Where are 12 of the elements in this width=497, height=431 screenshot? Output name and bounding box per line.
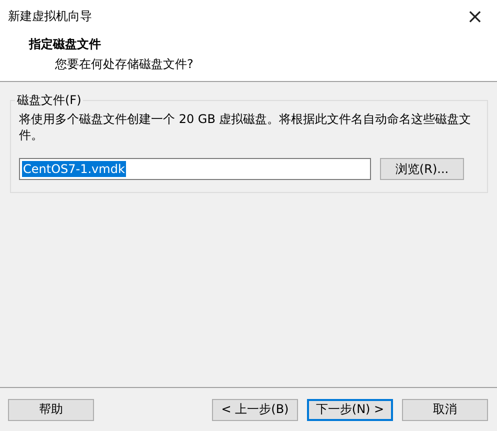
page-title: 指定磁盘文件: [29, 36, 102, 53]
window-title: 新建虚拟机向导: [8, 8, 92, 24]
close-button[interactable]: ×: [453, 0, 497, 32]
help-button[interactable]: 帮助: [8, 398, 94, 420]
browse-button[interactable]: 浏览(R)...: [380, 158, 464, 180]
wizard-button[interactable]: 下一步(N) >: [307, 398, 393, 420]
wizard-button[interactable]: 取消: [402, 398, 488, 420]
page-subtitle: 您要在何处存储磁盘文件?: [54, 56, 194, 73]
description-text: 将使用多个磁盘文件创建一个 20 GB 虚拟磁盘。将根据此文件名自动命名这些磁盘文件。: [19, 111, 472, 143]
wizard-button[interactable]: < 上一步(B): [212, 398, 298, 420]
group-label: 磁盘文件(F): [16, 92, 82, 109]
input-field[interactable]: CentOS7-1.vmdk: [19, 158, 371, 180]
